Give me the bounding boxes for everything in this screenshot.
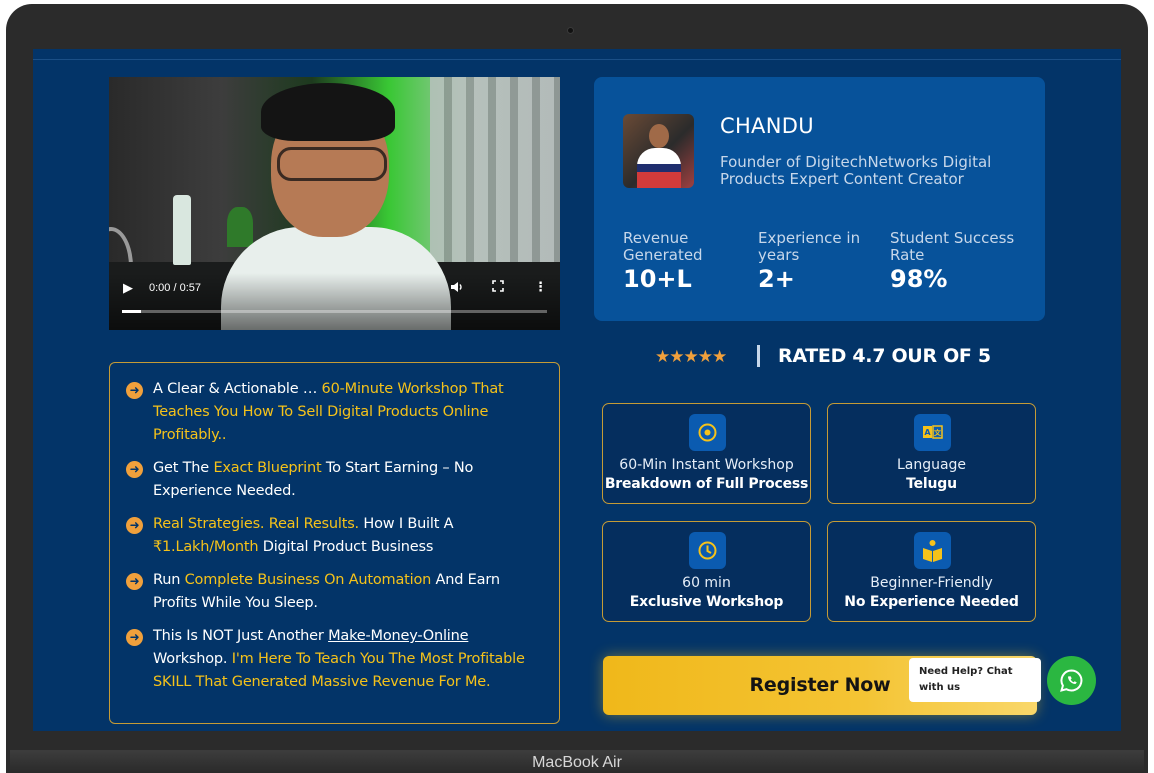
stat-success-rate: Student Success Rate 98%	[890, 229, 1030, 294]
book-reader-icon	[914, 532, 951, 569]
target-icon	[689, 414, 726, 451]
feature-highlight-text: ₹1.Lakh/Month	[153, 539, 259, 555]
tile-subtitle: Exclusive Workshop	[629, 594, 784, 610]
profile-role: Founder of DigitechNetworks Digital Prod…	[720, 153, 992, 188]
feature-item: ➜ Run Complete Business On Automation And…	[126, 569, 536, 615]
tile-language: A文 Language Telugu	[827, 403, 1036, 504]
chat-help-bubble[interactable]: Need Help? Chat with us	[909, 658, 1041, 702]
feature-list: ➜ A Clear & Actionable … 60-Minute Worksh…	[109, 362, 560, 724]
tile-title: 60 min	[682, 575, 731, 591]
stat-revenue: Revenue Generated 10+L	[623, 229, 743, 294]
stat-label: Student Success Rate	[890, 229, 1015, 264]
arrow-right-icon: ➜	[126, 382, 143, 399]
feature-text: How I Built A	[358, 516, 454, 532]
feature-item: ➜ Get The Exact Blueprint To Start Earnin…	[126, 457, 536, 503]
video-time: 0:00 / 0:57	[149, 282, 201, 294]
feature-text: Get The	[153, 460, 214, 476]
feature-text: Run	[153, 572, 185, 588]
volume-icon[interactable]	[450, 280, 464, 299]
clock-icon	[689, 532, 726, 569]
tile-subtitle: Telugu	[906, 476, 957, 492]
feature-text: Digital Product Business	[258, 539, 434, 555]
screen: ▶ 0:00 / 0:57 ⋮ ➜ A Clear & Actionable … …	[33, 49, 1121, 731]
feature-item: ➜ A Clear & Actionable … 60-Minute Worksh…	[126, 378, 536, 447]
feature-highlight-text: Complete Business On Automation	[184, 572, 432, 588]
feature-highlight-text: Real Strategies. Real Results.	[153, 516, 359, 532]
svg-text:文: 文	[934, 428, 942, 437]
more-options-icon[interactable]: ⋮	[534, 280, 547, 296]
tile-title: 60-Min Instant Workshop	[619, 457, 794, 473]
video-progress-bar[interactable]	[122, 310, 547, 313]
whatsapp-button[interactable]	[1047, 656, 1096, 705]
video-progress-fill	[122, 310, 142, 313]
feature-item: ➜ Real Strategies. Real Results. How I Bu…	[126, 513, 536, 559]
arrow-right-icon: ➜	[126, 461, 143, 478]
tile-title: Language	[896, 457, 967, 473]
rating-text: RATED 4.7 OUR OF 5	[778, 345, 991, 367]
feature-item: ➜ This Is NOT Just Another Make-Money-Onl…	[126, 625, 536, 694]
fullscreen-icon[interactable]	[492, 280, 504, 297]
rating: ★★★★★ RATED 4.7 OUR OF 5	[594, 345, 1045, 369]
arrow-right-icon: ➜	[126, 573, 143, 590]
play-icon[interactable]: ▶	[123, 282, 137, 296]
tile-workshop: 60-Min Instant Workshop Breakdown of Ful…	[602, 403, 811, 504]
stat-value: 2+	[758, 265, 795, 293]
stat-value: 10+L	[623, 265, 692, 293]
translate-icon: A文	[914, 414, 951, 451]
stat-label: Experience in years	[758, 229, 861, 264]
tile-subtitle: No Experience Needed	[844, 594, 1019, 610]
feature-text: Workshop.	[153, 651, 232, 667]
avatar	[623, 114, 694, 188]
stat-value: 98%	[890, 265, 948, 293]
device-label: MacBook Air	[532, 754, 622, 771]
video-player[interactable]: ▶ 0:00 / 0:57 ⋮	[109, 77, 560, 330]
stat-label: Revenue Generated	[623, 229, 703, 264]
profile-card: CHANDU Founder of DigitechNetworks Digit…	[594, 77, 1045, 321]
tile-subtitle: Breakdown of Full Process	[604, 476, 809, 492]
svg-text:A: A	[924, 428, 931, 437]
feature-underlined-text: Make-Money-Online	[328, 628, 469, 644]
stat-experience: Experience in years 2+	[758, 229, 878, 294]
whatsapp-icon	[1060, 669, 1083, 692]
tile-duration: 60 min Exclusive Workshop	[602, 521, 811, 622]
tile-beginner: Beginner-Friendly No Experience Needed	[827, 521, 1036, 622]
tile-title: Beginner-Friendly	[870, 575, 993, 591]
star-rating-icon: ★★★★★	[655, 347, 727, 367]
arrow-right-icon: ➜	[126, 517, 143, 534]
arrow-right-icon: ➜	[126, 629, 143, 646]
profile-name: CHANDU	[720, 114, 814, 138]
feature-highlight-text: Exact Blueprint	[213, 460, 322, 476]
feature-text: This Is NOT Just Another	[153, 628, 329, 644]
chat-help-line2: with us	[919, 682, 961, 693]
webcam	[567, 27, 574, 34]
feature-text: A Clear & Actionable …	[153, 381, 322, 397]
chat-help-line1: Need Help? Chat	[919, 666, 1013, 677]
divider	[757, 345, 760, 367]
